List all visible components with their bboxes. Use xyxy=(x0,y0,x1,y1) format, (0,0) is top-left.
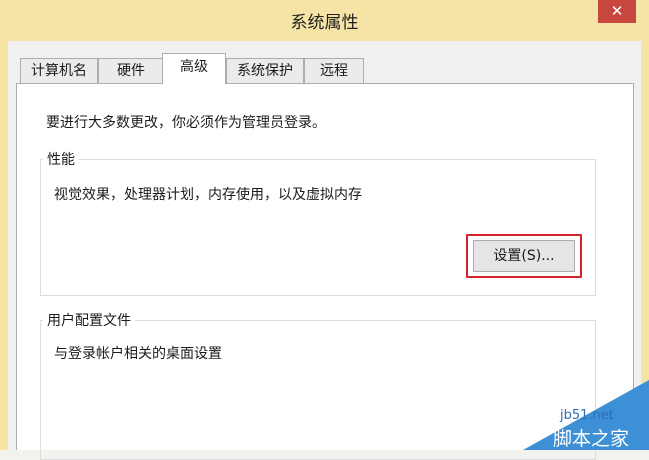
performance-settings-button[interactable]: 设置(S)... xyxy=(473,240,575,272)
watermark-name: 脚本之家 xyxy=(553,428,630,450)
tab-remote[interactable]: 远程 xyxy=(304,58,364,83)
performance-description: 视觉效果，处理器计划，内存使用，以及虚拟内存 xyxy=(54,187,362,203)
watermark-url: jb51.net xyxy=(560,408,614,423)
tab-advanced[interactable]: 高级 xyxy=(162,53,226,84)
tab-hardware[interactable]: 硬件 xyxy=(98,58,164,83)
user-profiles-description: 与登录帐户相关的桌面设置 xyxy=(54,346,222,362)
tab-system-protection[interactable]: 系统保护 xyxy=(226,58,304,83)
title-bar[interactable]: 系统属性 ✕ xyxy=(0,0,649,42)
performance-group-title: 性能 xyxy=(43,149,79,169)
user-profiles-group xyxy=(40,320,596,460)
close-icon: ✕ xyxy=(610,3,624,20)
window-title: 系统属性 xyxy=(290,13,359,33)
close-button[interactable]: ✕ xyxy=(598,0,636,23)
admin-note: 要进行大多数更改，你必须作为管理员登录。 xyxy=(46,115,326,131)
user-profiles-group-title: 用户配置文件 xyxy=(43,310,135,330)
tab-computer-name[interactable]: 计算机名 xyxy=(20,58,98,83)
window-frame-left xyxy=(0,41,8,450)
